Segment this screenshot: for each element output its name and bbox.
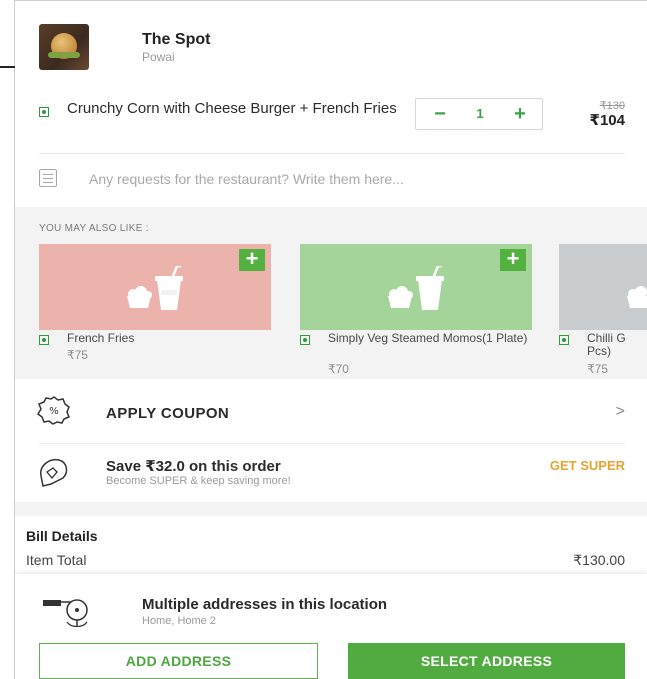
- restaurant-thumbnail: [39, 24, 89, 70]
- recommendation-price: ₹75: [587, 362, 608, 376]
- bill-details: Bill Details Item Total ₹130.00: [15, 516, 647, 574]
- veg-indicator-icon: [39, 107, 49, 117]
- divider: [39, 443, 625, 444]
- restaurant-header[interactable]: The Spot Powai: [15, 1, 647, 81]
- food-drink-icon: [388, 266, 444, 310]
- veg-indicator-icon: [559, 335, 569, 345]
- super-savings-row: Save ₹32.0 on this order Become SUPER & …: [15, 448, 647, 502]
- recommendation-price: ₹75: [67, 348, 88, 362]
- super-badge-icon: [40, 458, 68, 487]
- recommendations-title: YOU MAY ALSO LIKE :: [39, 223, 149, 234]
- veg-indicator-icon: [300, 335, 310, 345]
- add-item-button[interactable]: +: [500, 248, 526, 271]
- cart-item-final-price: ₹104: [589, 112, 625, 129]
- address-title: Multiple addresses in this location: [142, 596, 388, 613]
- recommendation-card-momos[interactable]: +: [300, 244, 532, 330]
- recommendation-name: Chilli G Pcs): [587, 331, 626, 358]
- quantity-value: 1: [476, 106, 484, 121]
- cart-item-name: Crunchy Corn with Cheese Burger + French…: [67, 100, 397, 117]
- svg-text:%: %: [49, 406, 59, 417]
- super-savings-subtitle: Become SUPER & keep saving more!: [106, 475, 291, 487]
- frame-tick: [0, 66, 16, 68]
- quantity-stepper[interactable]: − 1 +: [415, 98, 543, 130]
- food-drink-icon: [127, 266, 183, 310]
- recommendation-card-french-fries[interactable]: +: [39, 244, 271, 330]
- recommendations-section: YOU MAY ALSO LIKE : + French Fries ₹75 +: [15, 207, 647, 379]
- location-pin-icon: [43, 599, 88, 628]
- chevron-right-icon: >: [615, 403, 625, 420]
- note-list-icon: [39, 169, 57, 187]
- cart-item: Crunchy Corn with Cheese Burger + French…: [15, 91, 647, 151]
- item-total-value: ₹130.00: [573, 552, 625, 568]
- restaurant-area: Powai: [142, 50, 175, 64]
- apply-coupon-row[interactable]: % APPLY COUPON >: [15, 385, 647, 441]
- food-drink-icon: [627, 286, 647, 308]
- add-item-button[interactable]: +: [239, 248, 265, 271]
- quantity-decrease-button[interactable]: −: [428, 103, 452, 125]
- recommendation-card-chilli[interactable]: [559, 244, 647, 330]
- recommendation-price: ₹70: [328, 362, 349, 376]
- bill-details-title: Bill Details: [26, 528, 98, 544]
- cart-screen: The Spot Powai Crunchy Corn with Cheese …: [15, 1, 647, 679]
- recommendation-name: Simply Veg Steamed Momos(1 Plate): [328, 331, 528, 345]
- restaurant-name: The Spot: [142, 31, 211, 48]
- address-subtitle: Home, Home 2: [142, 615, 216, 627]
- apply-coupon-label: APPLY COUPON: [106, 405, 230, 422]
- requests-placeholder: Any requests for the restaurant? Write t…: [89, 171, 404, 187]
- address-panel: Multiple addresses in this location Home…: [15, 574, 647, 679]
- add-address-button[interactable]: ADD ADDRESS: [39, 643, 318, 679]
- divider: [39, 153, 625, 154]
- coupon-percent-icon: %: [37, 396, 70, 425]
- section-gap: [15, 502, 647, 516]
- get-super-button[interactable]: GET SUPER: [550, 458, 625, 473]
- select-address-button[interactable]: SELECT ADDRESS: [348, 643, 625, 679]
- veg-indicator-icon: [39, 335, 49, 345]
- restaurant-requests-input[interactable]: Any requests for the restaurant? Write t…: [15, 161, 647, 207]
- quantity-increase-button[interactable]: +: [508, 103, 532, 125]
- recommendation-name: French Fries: [67, 331, 135, 345]
- super-savings-title: Save ₹32.0 on this order: [106, 458, 281, 475]
- item-total-label: Item Total: [26, 552, 87, 568]
